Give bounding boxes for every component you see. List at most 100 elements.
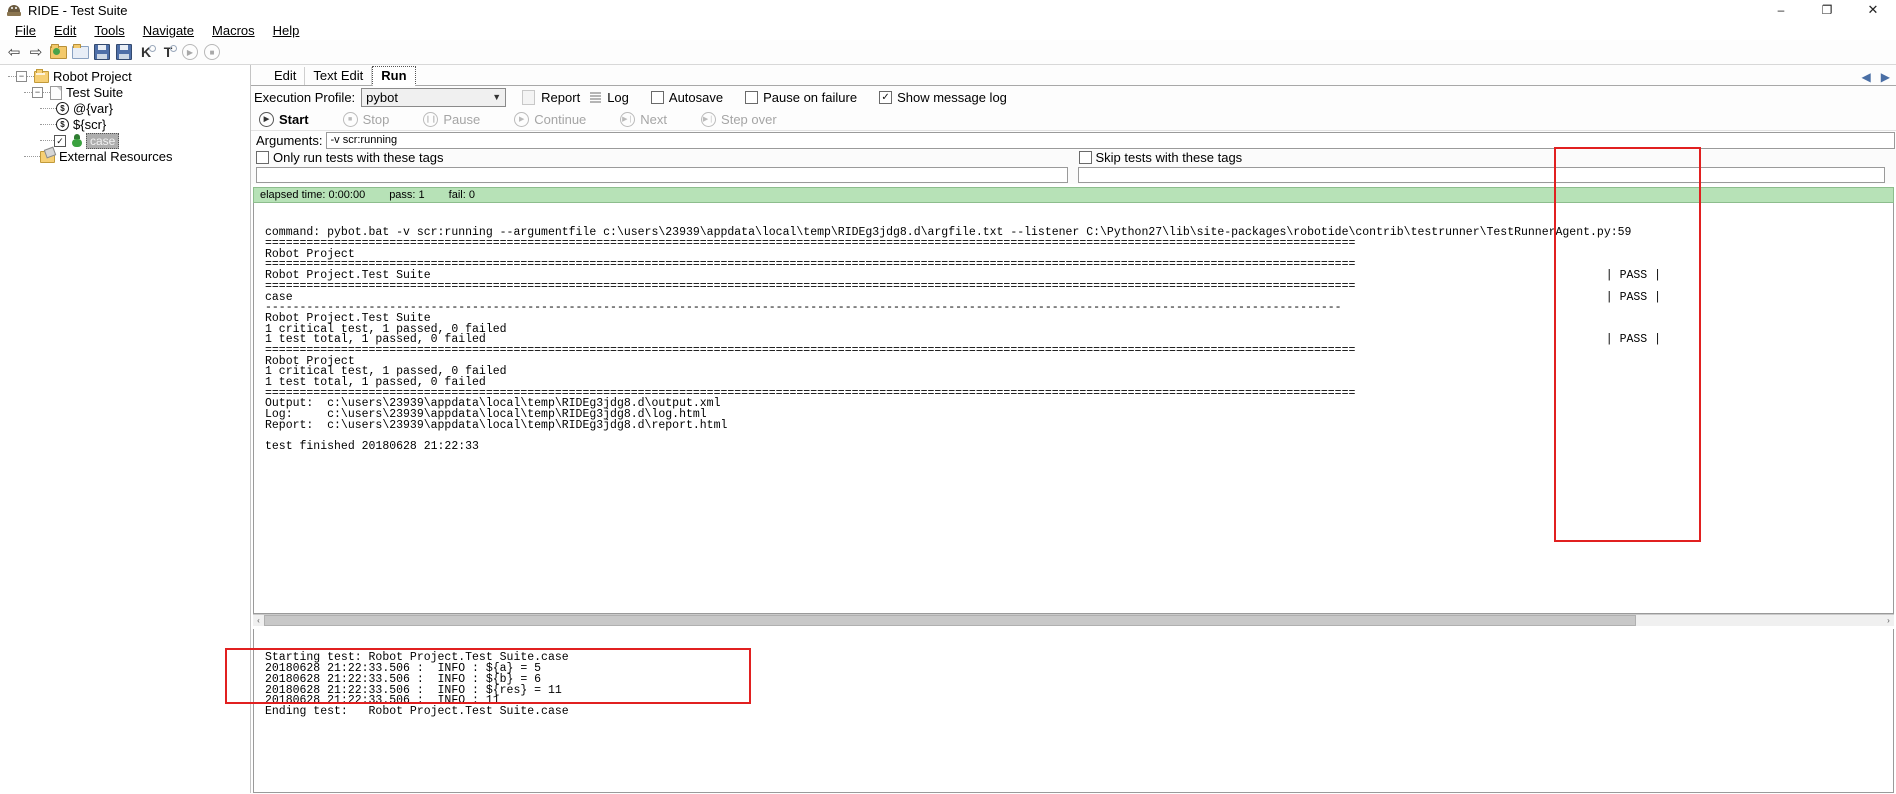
autosave-label: Autosave (668, 89, 724, 105)
tab-scroll-controls: ◀ ▶ (1862, 70, 1890, 84)
arguments-label: Arguments: (256, 133, 323, 148)
only-run-tags-input[interactable] (256, 166, 1068, 183)
console-line: Robot Project (265, 354, 355, 368)
tree-item-external-resources[interactable]: External Resources (0, 149, 250, 164)
step-over-button[interactable]: ▶❘ Step over (701, 111, 777, 127)
console-output[interactable]: command: pybot.bat -v scr:running --argu… (253, 203, 1894, 614)
fail-count-text: fail: 0 (448, 189, 475, 201)
execution-profile-label: Execution Profile: (254, 89, 356, 105)
menu-macros[interactable]: Macros (203, 22, 264, 39)
tab-text-edit[interactable]: Text Edit (305, 67, 373, 85)
minimize-button[interactable]: – (1758, 0, 1804, 20)
log-link[interactable]: Log (607, 90, 629, 105)
search-test-icon[interactable]: T (158, 42, 178, 62)
tree-item-scr[interactable]: $ ${scr} (0, 117, 250, 132)
expander-icon[interactable]: − (32, 87, 43, 98)
show-message-log-checkbox[interactable]: ✓ (879, 90, 893, 104)
tree-item-case[interactable]: ✓ case (0, 132, 250, 149)
editor-tabs: Edit Text Edit Run ◀ ▶ (251, 65, 1896, 86)
execution-profile-value: pybot (366, 89, 398, 105)
menu-help[interactable]: Help (264, 22, 309, 39)
open-directory-icon[interactable] (48, 42, 68, 62)
run-pane: Edit Text Edit Run ◀ ▶ Execution Profile… (251, 65, 1896, 793)
pause-on-failure-label: Pause on failure (763, 89, 858, 105)
back-icon[interactable]: ⇦ (4, 42, 24, 62)
show-message-log-checkbox-wrap[interactable]: ✓ Show message log (879, 90, 1007, 105)
continue-button[interactable]: ▶ Continue (514, 111, 586, 127)
search-keyword-icon[interactable]: K (136, 42, 157, 62)
report-link[interactable]: Report (541, 90, 580, 105)
main-area: − Robot Project − Test Suite $ @{var} $ … (0, 65, 1896, 793)
start-label: Start (279, 111, 309, 127)
scroll-left-icon[interactable]: ‹ (253, 615, 264, 626)
tab-scroll-left-icon[interactable]: ◀ (1862, 70, 1871, 84)
app-icon (6, 2, 22, 18)
stop-button[interactable]: ■ Stop (342, 111, 389, 127)
skip-tags-checkbox[interactable] (1078, 151, 1092, 164)
skip-tags-col[interactable]: Skip tests with these tags (1074, 150, 1896, 165)
save-all-icon[interactable] (114, 42, 134, 62)
maximize-button[interactable]: ❐ (1804, 0, 1850, 20)
stop-square-icon: ■ (342, 111, 358, 127)
pause-on-failure-checkbox[interactable] (745, 90, 759, 104)
console-line: ========================================… (265, 343, 1356, 357)
start-button[interactable]: ▶ Start (259, 111, 309, 127)
scroll-right-icon[interactable]: › (1883, 615, 1894, 626)
pass-count-text: pass: 1 (389, 189, 425, 201)
menu-navigate[interactable]: Navigate (134, 22, 203, 39)
menu-file[interactable]: File (6, 22, 45, 39)
message-log-line: Ending test: Robot Project.Test Suite.ca… (265, 704, 569, 718)
only-run-tags-col[interactable]: Only run tests with these tags (251, 150, 1074, 165)
execution-profile-select[interactable]: pybot ▼ (361, 87, 507, 107)
run-icon[interactable]: ▶ (180, 42, 200, 62)
message-log[interactable]: Starting test: Robot Project.Test Suite.… (253, 629, 1894, 793)
tab-scroll-right-icon[interactable]: ▶ (1881, 70, 1890, 84)
console-pass-marker: | PASS | (1605, 269, 1661, 283)
elapsed-time-text: elapsed time: 0:00:00 (260, 189, 366, 201)
scrollbar-thumb[interactable] (264, 615, 1636, 626)
next-icon: ▶❘ (620, 111, 636, 127)
tree-item-robot-project[interactable]: − Robot Project (0, 68, 250, 84)
tree-item-var[interactable]: $ @{var} (0, 101, 250, 116)
arguments-input[interactable]: -v scr:running (326, 132, 1895, 149)
tag-inputs-row (251, 165, 1896, 184)
arguments-row: Arguments: -v scr:running (251, 131, 1896, 150)
save-icon[interactable] (92, 42, 112, 62)
only-run-tags-checkbox[interactable] (256, 151, 269, 164)
console-line: 1 critical test, 1 passed, 0 failed (265, 365, 507, 379)
stop-icon[interactable]: ■ (202, 42, 222, 62)
message-log-lines: Starting test: Robot Project.Test Suite.… (265, 652, 1893, 718)
console-horizontal-scrollbar[interactable]: ‹ › (253, 614, 1894, 626)
autosave-checkbox-wrap[interactable]: Autosave (650, 89, 724, 105)
forward-icon[interactable]: ⇨ (26, 42, 46, 62)
tree-item-test-suite[interactable]: − Test Suite (0, 85, 250, 100)
next-button[interactable]: ▶❘ Next (620, 111, 667, 127)
continue-play-icon: ▶ (514, 111, 530, 127)
open-file-icon[interactable] (70, 42, 90, 62)
pause-button[interactable]: ❙❙ Pause (423, 111, 480, 127)
tree-label-test-suite: Test Suite (66, 85, 124, 100)
console-line: Report: c:\users\23939\appdata\local\tem… (265, 418, 728, 432)
skip-tags-input[interactable] (1077, 166, 1885, 183)
menu-navigate-label: Navigate (142, 22, 195, 38)
console-pass-marker: | PASS | (1605, 333, 1661, 347)
checkbox-icon[interactable]: ✓ (54, 134, 66, 147)
report-document-icon (522, 89, 536, 105)
test-case-robot-icon (71, 134, 83, 147)
tab-run[interactable]: Run (372, 66, 416, 86)
step-over-label: Step over (721, 111, 777, 127)
menu-tools[interactable]: Tools (85, 22, 133, 39)
menu-bar: File Edit Tools Navigate Macros Help (0, 20, 1896, 40)
play-icon: ▶ (259, 111, 274, 127)
project-folder-icon (34, 68, 49, 83)
close-button[interactable]: ✕ (1850, 0, 1896, 20)
menu-edit[interactable]: Edit (45, 22, 85, 39)
console-line: test finished 20180628 21:22:33 (265, 440, 479, 454)
menu-tools-label: Tools (94, 22, 125, 38)
tab-edit[interactable]: Edit (266, 67, 306, 85)
project-tree[interactable]: − Robot Project − Test Suite $ @{var} $ … (0, 65, 251, 793)
autosave-checkbox[interactable] (650, 90, 664, 104)
expander-icon[interactable]: − (16, 71, 27, 82)
pause-on-failure-checkbox-wrap[interactable]: Pause on failure (745, 90, 857, 105)
